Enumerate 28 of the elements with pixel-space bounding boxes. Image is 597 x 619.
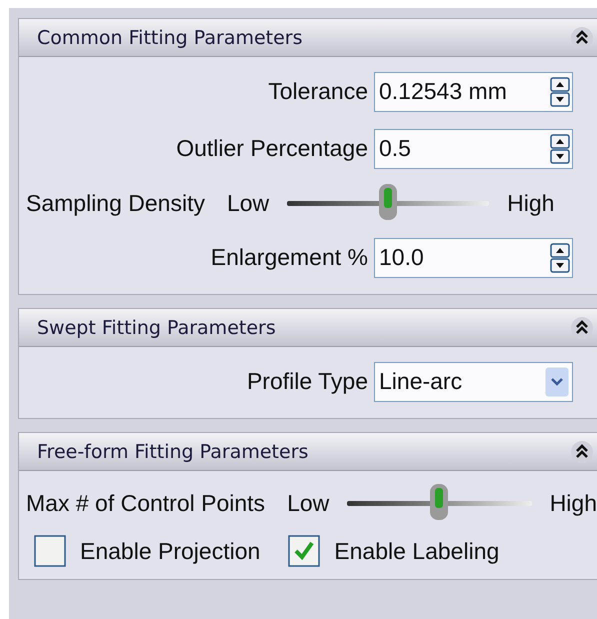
slider-min-label: Low — [287, 490, 330, 516]
field-label: Profile Type — [246, 368, 368, 395]
slider-track[interactable] — [287, 183, 490, 223]
field-label: Tolerance — [267, 78, 368, 105]
slider-max-label: High — [550, 490, 597, 516]
field-label: Enlargement % — [210, 244, 368, 271]
spin-arrows-icon[interactable] — [550, 76, 570, 106]
slider-min-label: Low — [226, 190, 270, 216]
slider-label: Sampling Density — [26, 190, 205, 216]
checkbox[interactable]: Enable Projection — [34, 535, 260, 567]
checkbox[interactable]: Enable Labeling — [288, 535, 500, 567]
spin-arrows-icon[interactable] — [550, 134, 570, 164]
section-header[interactable]: Common Fitting Parameters — [19, 19, 597, 57]
checkbox-box[interactable] — [34, 535, 66, 567]
slider-thumb[interactable] — [378, 183, 398, 221]
section-header[interactable]: Free-form Fitting Parameters — [19, 433, 597, 471]
spin-field[interactable]: 0.5 — [374, 128, 573, 168]
spin-field[interactable]: 10.0 — [374, 238, 573, 278]
slider-track[interactable] — [347, 483, 532, 523]
slider-thumb[interactable] — [429, 483, 450, 521]
dropdown[interactable]: Line-arc — [374, 362, 573, 402]
slider-label: Max # of Control Points — [26, 490, 266, 516]
spin-arrows-icon[interactable] — [550, 242, 570, 272]
spin-field[interactable]: 0.12543 mm — [374, 72, 573, 112]
section-header[interactable]: Swept Fitting Parameters — [19, 309, 597, 347]
slider-max-label: High — [507, 190, 554, 216]
field-label: Outlier Percentage — [175, 135, 368, 162]
checkbox-box[interactable] — [288, 535, 320, 567]
